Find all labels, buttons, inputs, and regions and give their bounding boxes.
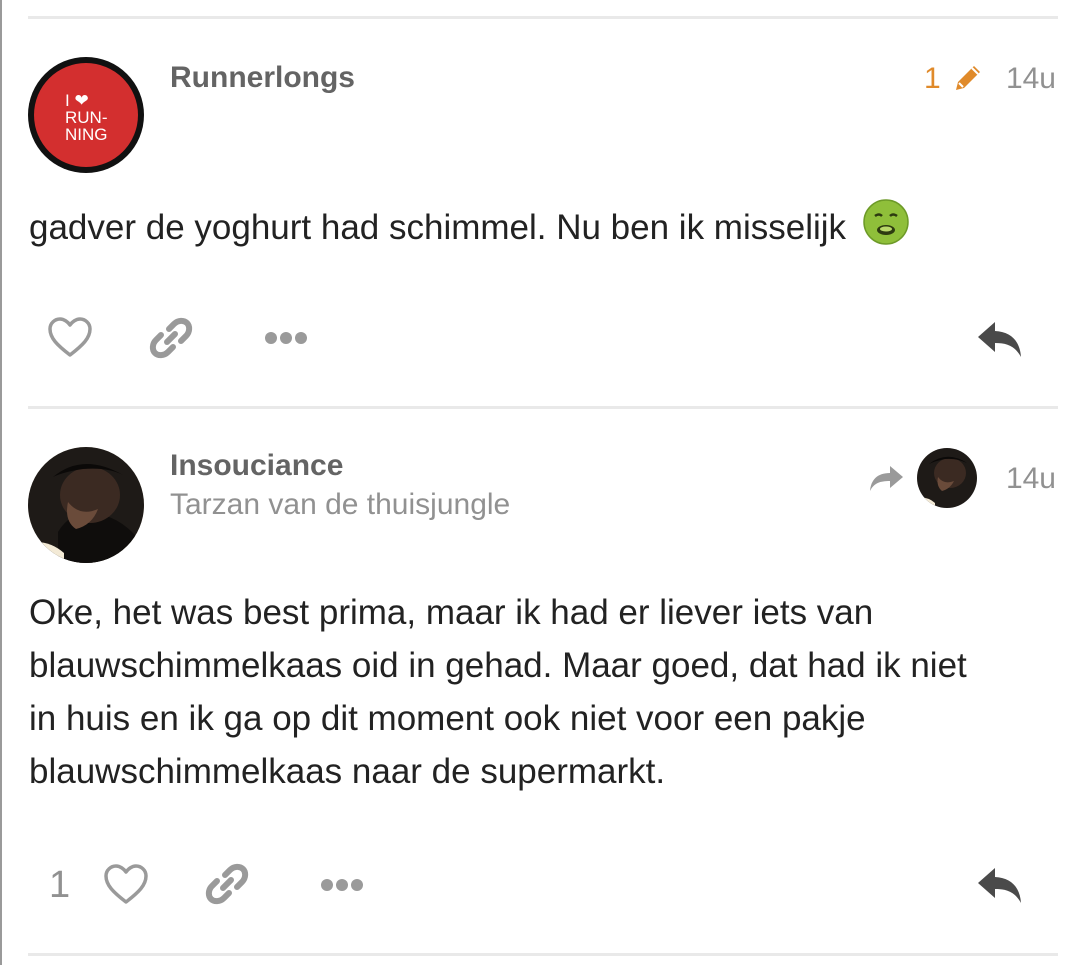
post-body: gadver de yoghurt had schimmel. Nu ben i… xyxy=(29,198,1059,261)
pencil-icon[interactable] xyxy=(950,60,986,96)
username[interactable]: Insouciance xyxy=(170,449,343,483)
avatar[interactable] xyxy=(28,447,144,563)
link-icon[interactable] xyxy=(146,313,196,363)
avatar-text-line: I ❤ xyxy=(65,91,89,110)
post-time[interactable]: 14u xyxy=(1006,462,1056,496)
avatar-text-line: RUN- xyxy=(65,108,108,127)
avatar-text-line: NING xyxy=(65,125,108,144)
post-body-text: gadver de yoghurt had schimmel. Nu ben i… xyxy=(29,207,847,247)
reply-icon[interactable] xyxy=(974,317,1026,361)
post-body-line: blauwschimmelkaas oid in gehad. Maar goe… xyxy=(29,646,967,685)
user-title: Tarzan van de thuisjungle xyxy=(170,488,511,521)
post-body-line: blauwschimmelkaas naar de supermarkt. xyxy=(29,752,666,791)
more-icon[interactable] xyxy=(262,326,310,350)
like-count[interactable]: 1 xyxy=(49,864,70,907)
post-body-line: in huis en ik ga op dit moment ook niet … xyxy=(29,699,866,738)
divider xyxy=(28,406,1058,409)
left-edge xyxy=(0,0,2,965)
more-icon[interactable] xyxy=(318,873,366,897)
divider xyxy=(28,16,1058,19)
nauseated-face-icon xyxy=(862,198,910,261)
username[interactable]: Runnerlongs xyxy=(170,61,355,95)
heart-icon[interactable] xyxy=(46,315,94,359)
post-body-line: Oke, het was best prima, maar ik had er … xyxy=(29,593,874,632)
edit-count[interactable]: 1 xyxy=(924,62,941,96)
link-icon[interactable] xyxy=(202,859,252,909)
reply-to-avatar[interactable] xyxy=(917,448,977,508)
post-time[interactable]: 14u xyxy=(1006,62,1056,96)
reply-to-icon[interactable] xyxy=(868,463,906,495)
post-body: Oke, het was best prima, maar ik had er … xyxy=(29,586,1059,798)
heart-icon[interactable] xyxy=(102,862,150,906)
avatar[interactable]: I ❤ RUN- NING xyxy=(28,57,144,173)
divider xyxy=(28,953,1058,956)
reply-icon[interactable] xyxy=(974,863,1026,907)
